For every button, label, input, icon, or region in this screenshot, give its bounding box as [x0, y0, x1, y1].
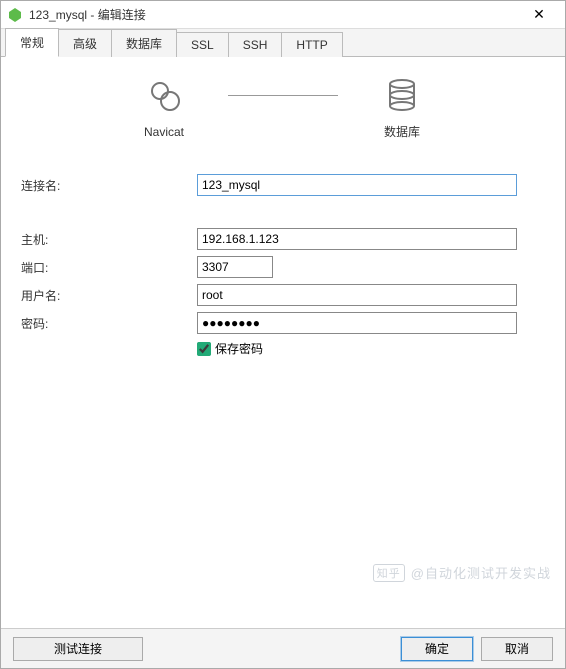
save-password-label: 保存密码: [215, 340, 263, 357]
navicat-icon: [144, 77, 184, 117]
row-host: 主机:: [21, 228, 545, 250]
tab-label: 数据库: [126, 37, 162, 51]
row-username: 用户名:: [21, 284, 545, 306]
port-input[interactable]: [197, 256, 273, 278]
watermark: 知乎 @自动化测试开发实战: [373, 563, 551, 582]
connection-form: 连接名: 主机: 端口: 用户名: 密码: 保存密码: [21, 174, 545, 357]
tab-ssl[interactable]: SSL: [176, 32, 229, 57]
username-input[interactable]: [197, 284, 517, 306]
titlebar: 123_mysql - 编辑连接 ✕: [1, 1, 565, 29]
row-password: 密码:: [21, 312, 545, 334]
dialog-footer: 测试连接 确定 取消: [1, 628, 565, 668]
tab-http[interactable]: HTTP: [281, 32, 342, 57]
connector-line-icon: [228, 95, 338, 96]
watermark-text: @自动化测试开发实战: [411, 563, 551, 582]
host-input[interactable]: [197, 228, 517, 250]
dialog-window: 123_mysql - 编辑连接 ✕ 常规 高级 数据库 SSL SSH HTT…: [0, 0, 566, 669]
database-icon: [382, 75, 422, 115]
password-input[interactable]: [197, 312, 517, 334]
label-password: 密码:: [21, 315, 197, 332]
tab-database[interactable]: 数据库: [111, 29, 177, 57]
navicat-column: Navicat: [104, 77, 224, 139]
connection-diagram: Navicat 数据库: [21, 75, 545, 140]
row-connection-name: 连接名:: [21, 174, 545, 196]
save-password-checkbox[interactable]: [197, 342, 211, 356]
tab-content-general: Navicat 数据库 连接名:: [1, 57, 565, 628]
tab-label: 常规: [20, 36, 44, 50]
database-column: 数据库: [342, 75, 462, 140]
tab-label: SSL: [191, 38, 214, 52]
row-save-password: 保存密码: [197, 340, 545, 357]
row-port: 端口:: [21, 256, 545, 278]
database-label: 数据库: [384, 123, 420, 140]
tab-label: HTTP: [296, 38, 327, 52]
label-port: 端口:: [21, 259, 197, 276]
tab-label: SSH: [243, 38, 268, 52]
tab-general[interactable]: 常规: [5, 28, 59, 57]
tab-advanced[interactable]: 高级: [58, 29, 112, 57]
close-icon: ✕: [533, 6, 545, 23]
zhihu-badge-icon: 知乎: [373, 564, 405, 582]
ok-button[interactable]: 确定: [401, 637, 473, 661]
test-connection-button[interactable]: 测试连接: [13, 637, 143, 661]
tab-label: 高级: [73, 37, 97, 51]
label-username: 用户名:: [21, 287, 197, 304]
navicat-app-icon: [7, 7, 23, 23]
window-title: 123_mysql - 编辑连接: [29, 6, 519, 23]
tab-ssh[interactable]: SSH: [228, 32, 283, 57]
close-button[interactable]: ✕: [519, 1, 559, 29]
label-connection-name: 连接名:: [21, 177, 197, 194]
label-host: 主机:: [21, 231, 197, 248]
navicat-label: Navicat: [144, 125, 184, 139]
tabs: 常规 高级 数据库 SSL SSH HTTP: [1, 29, 565, 57]
connection-name-input[interactable]: [197, 174, 517, 196]
cancel-button[interactable]: 取消: [481, 637, 553, 661]
